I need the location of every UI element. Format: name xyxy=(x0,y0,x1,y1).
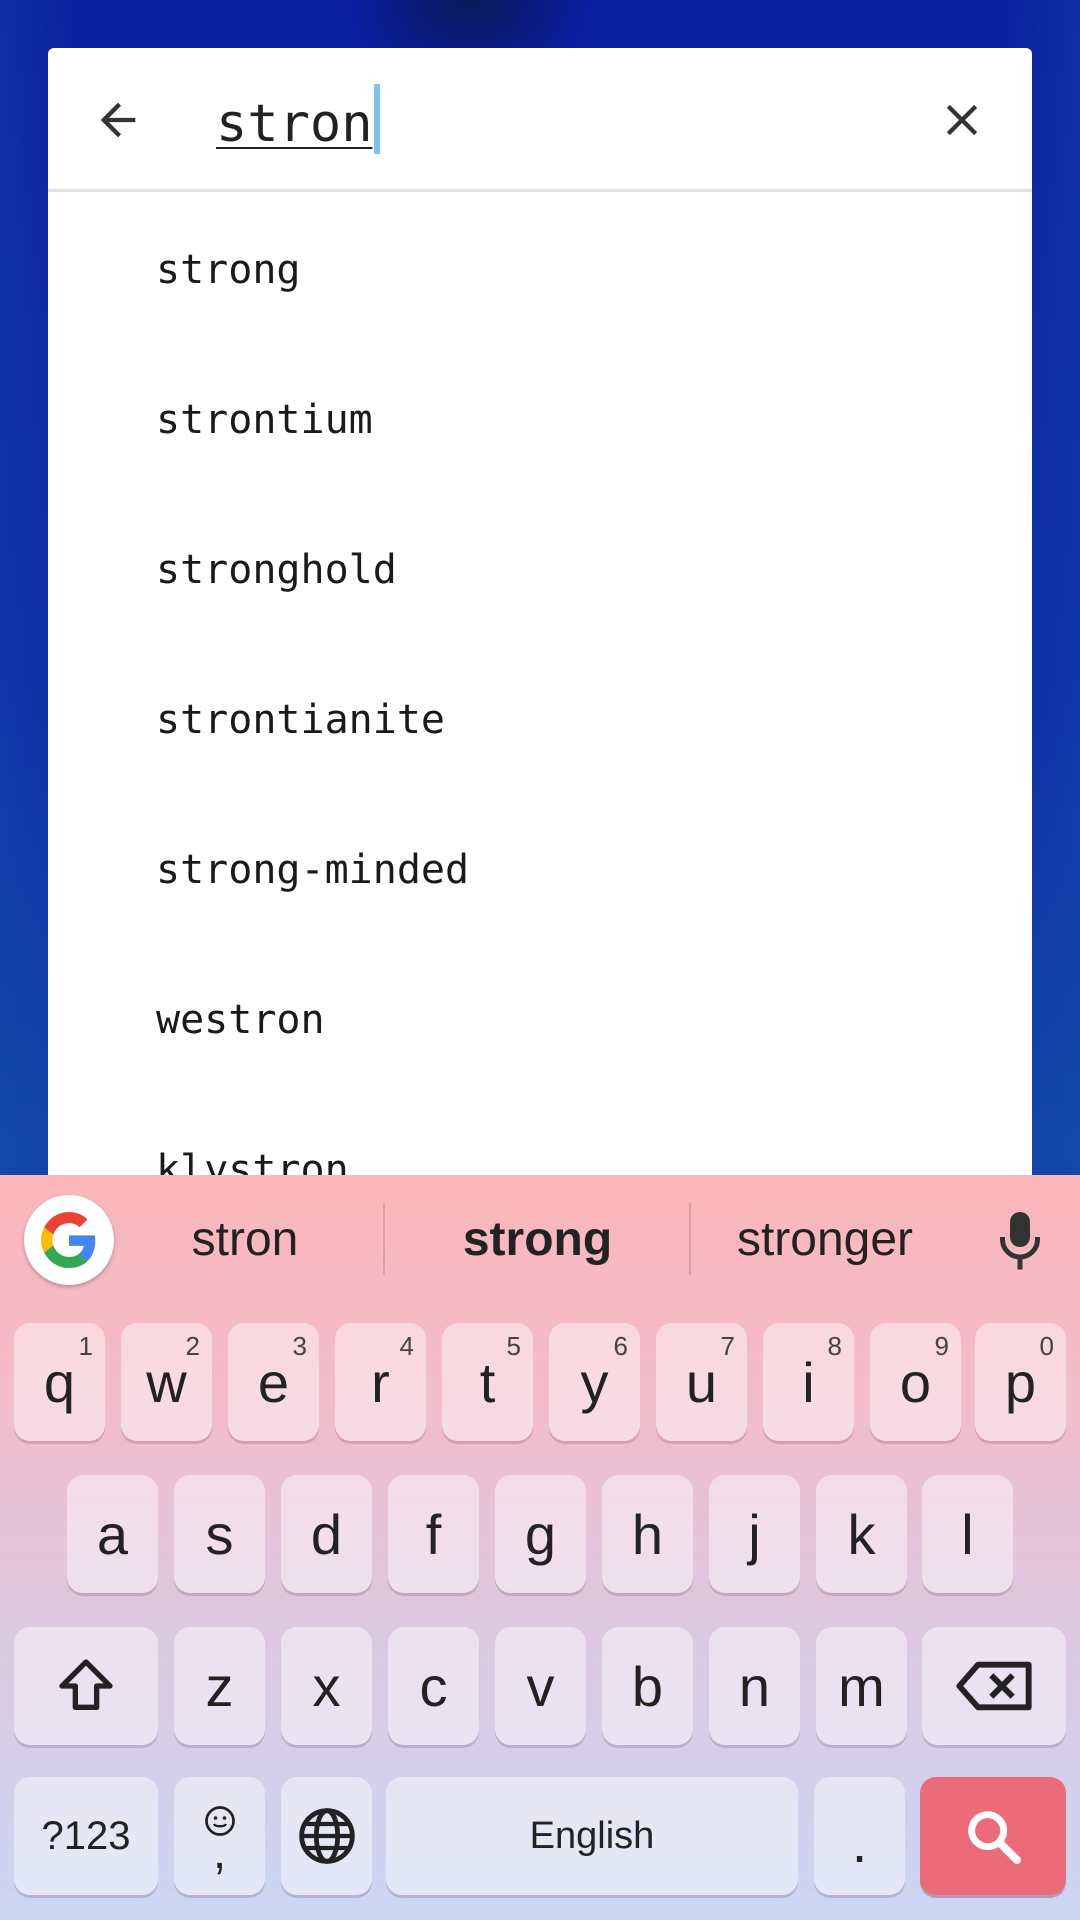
suggestion-divider xyxy=(689,1203,691,1275)
suggestion-list: strong strontium stronghold strontianite… xyxy=(48,195,1032,1175)
shift-key[interactable] xyxy=(14,1627,158,1745)
backspace-key[interactable] xyxy=(922,1627,1066,1745)
suggestion-item[interactable]: strontianite xyxy=(48,645,1032,795)
key-n[interactable]: n xyxy=(709,1627,800,1745)
mic-icon xyxy=(1000,1212,1040,1270)
key-hint: 4 xyxy=(399,1331,414,1361)
keyboard-suggestion[interactable]: stronger xyxy=(710,1205,940,1275)
key-z[interactable]: z xyxy=(174,1627,265,1745)
key-t[interactable]: t5 xyxy=(442,1323,533,1441)
key-hint: 9 xyxy=(934,1331,949,1361)
key-w[interactable]: w2 xyxy=(121,1323,212,1441)
clear-button[interactable] xyxy=(932,90,992,150)
key-l[interactable]: l xyxy=(922,1475,1013,1593)
key-label: p xyxy=(1004,1350,1037,1414)
backspace-icon xyxy=(956,1661,1032,1711)
shift-icon xyxy=(59,1659,113,1710)
keyboard-suggestion[interactable]: stron xyxy=(140,1205,350,1275)
key-label: o xyxy=(899,1350,932,1414)
search-bar: stron xyxy=(48,48,1032,192)
key-label: w xyxy=(146,1350,187,1414)
google-button[interactable] xyxy=(24,1195,114,1285)
key-s[interactable]: s xyxy=(174,1475,265,1593)
close-icon xyxy=(946,104,978,136)
key-hint: 5 xyxy=(506,1331,521,1361)
suggestion-divider xyxy=(383,1203,385,1275)
suggestion-item[interactable]: stronghold xyxy=(48,495,1032,645)
key-hint: 7 xyxy=(720,1331,735,1361)
space-key[interactable]: English xyxy=(386,1777,798,1895)
comma-label: , xyxy=(212,1826,227,1879)
key-e[interactable]: e3 xyxy=(228,1323,319,1441)
key-i[interactable]: i8 xyxy=(763,1323,854,1441)
key-r[interactable]: r4 xyxy=(335,1323,426,1441)
key-q[interactable]: q1 xyxy=(14,1323,105,1441)
symbols-key[interactable]: ?123 xyxy=(14,1777,158,1895)
period-key[interactable]: . xyxy=(814,1777,905,1895)
key-f[interactable]: f xyxy=(388,1475,479,1593)
suggestion-item[interactable]: klystron xyxy=(48,1095,1032,1175)
keyboard-suggestion-primary[interactable]: strong xyxy=(415,1205,660,1275)
mic-button[interactable] xyxy=(990,1209,1050,1275)
key-g[interactable]: g xyxy=(495,1475,586,1593)
key-label: q xyxy=(43,1350,76,1414)
key-label: y xyxy=(580,1350,609,1414)
search-icon xyxy=(968,1811,1021,1864)
search-panel: stron strong strontium stronghold stront… xyxy=(48,48,1032,1175)
key-m[interactable]: m xyxy=(816,1627,907,1745)
key-label: i xyxy=(802,1350,815,1414)
globe-icon xyxy=(298,1808,355,1864)
key-p[interactable]: p0 xyxy=(975,1323,1066,1441)
key-c[interactable]: c xyxy=(388,1627,479,1745)
key-j[interactable]: j xyxy=(709,1475,800,1593)
key-d[interactable]: d xyxy=(281,1475,372,1593)
key-label: e xyxy=(257,1350,290,1414)
arrow-back-icon xyxy=(100,102,136,138)
key-hint: 0 xyxy=(1039,1331,1054,1361)
key-k[interactable]: k xyxy=(816,1475,907,1593)
search-input[interactable]: stron xyxy=(216,84,373,164)
key-o[interactable]: o9 xyxy=(870,1323,961,1441)
search-action-key[interactable] xyxy=(920,1777,1066,1895)
google-g-icon xyxy=(41,1212,96,1268)
comma-emoji-key[interactable]: , xyxy=(174,1777,265,1895)
key-u[interactable]: u7 xyxy=(656,1323,747,1441)
key-hint: 6 xyxy=(613,1331,628,1361)
keyboard: stron strong stronger q1 w2 e3 r4 t5 y6 … xyxy=(0,1175,1080,1920)
key-hint: 2 xyxy=(185,1331,200,1361)
key-x[interactable]: x xyxy=(281,1627,372,1745)
suggestion-item[interactable]: westron xyxy=(48,945,1032,1095)
back-button[interactable] xyxy=(88,90,148,150)
key-hint: 8 xyxy=(827,1331,842,1361)
text-caret xyxy=(374,84,380,154)
key-h[interactable]: h xyxy=(602,1475,693,1593)
key-y[interactable]: y6 xyxy=(549,1323,640,1441)
key-hint: 3 xyxy=(292,1331,307,1361)
key-label: r xyxy=(371,1350,390,1414)
key-hint: 1 xyxy=(78,1331,93,1361)
key-label: t xyxy=(479,1350,496,1414)
keyboard-suggestion-strip: stron strong stronger xyxy=(0,1175,1080,1305)
key-label: u xyxy=(685,1350,718,1414)
language-key[interactable] xyxy=(281,1777,372,1895)
suggestion-item[interactable]: strontium xyxy=(48,345,1032,495)
key-a[interactable]: a xyxy=(67,1475,158,1593)
key-v[interactable]: v xyxy=(495,1627,586,1745)
suggestion-item[interactable]: strong-minded xyxy=(48,795,1032,945)
key-b[interactable]: b xyxy=(602,1627,693,1745)
suggestion-item[interactable]: strong xyxy=(48,195,1032,345)
